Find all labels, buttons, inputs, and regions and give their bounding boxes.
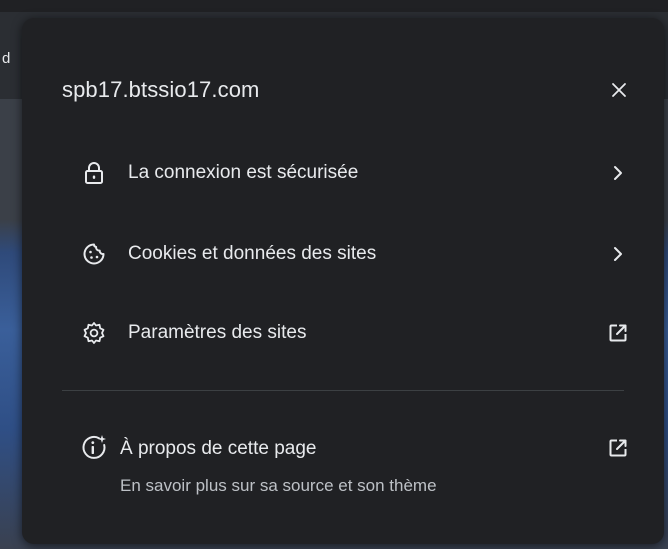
about-this-page-subtitle: En savoir plus sur sa source et son thèm… [120,476,437,495]
settings-gear-icon [80,319,108,347]
cookies-site-data-item[interactable]: Cookies et données des sites [44,224,642,284]
background-page-text: d [2,50,11,67]
open-external-icon [604,434,632,462]
about-this-page-title: À propos de cette page [120,438,317,459]
browser-tabstrip [0,0,668,12]
cookie-icon [80,240,108,268]
close-icon [612,83,626,97]
section-divider [62,390,624,391]
connection-secure-label: La connexion est sécurisée [128,162,359,183]
site-settings-item[interactable]: Paramètres des sites [44,303,642,363]
site-info-popup: spb17.btssio17.com La connexion est sécu… [22,18,664,544]
popup-header: spb17.btssio17.com [62,74,634,106]
info-sparkle-icon [80,434,108,462]
connection-secure-item[interactable]: La connexion est sécurisée [44,143,642,203]
site-title: spb17.btssio17.com [62,77,260,102]
about-this-page-item[interactable]: À propos de cette page En savoir plus su… [44,428,642,514]
chevron-right-icon [604,159,632,187]
chevron-right-icon [604,240,632,268]
lock-icon [80,159,108,187]
open-external-icon [604,319,632,347]
site-settings-label: Paramètres des sites [128,322,307,343]
cookies-site-data-label: Cookies et données des sites [128,243,377,264]
close-button[interactable] [604,75,634,105]
